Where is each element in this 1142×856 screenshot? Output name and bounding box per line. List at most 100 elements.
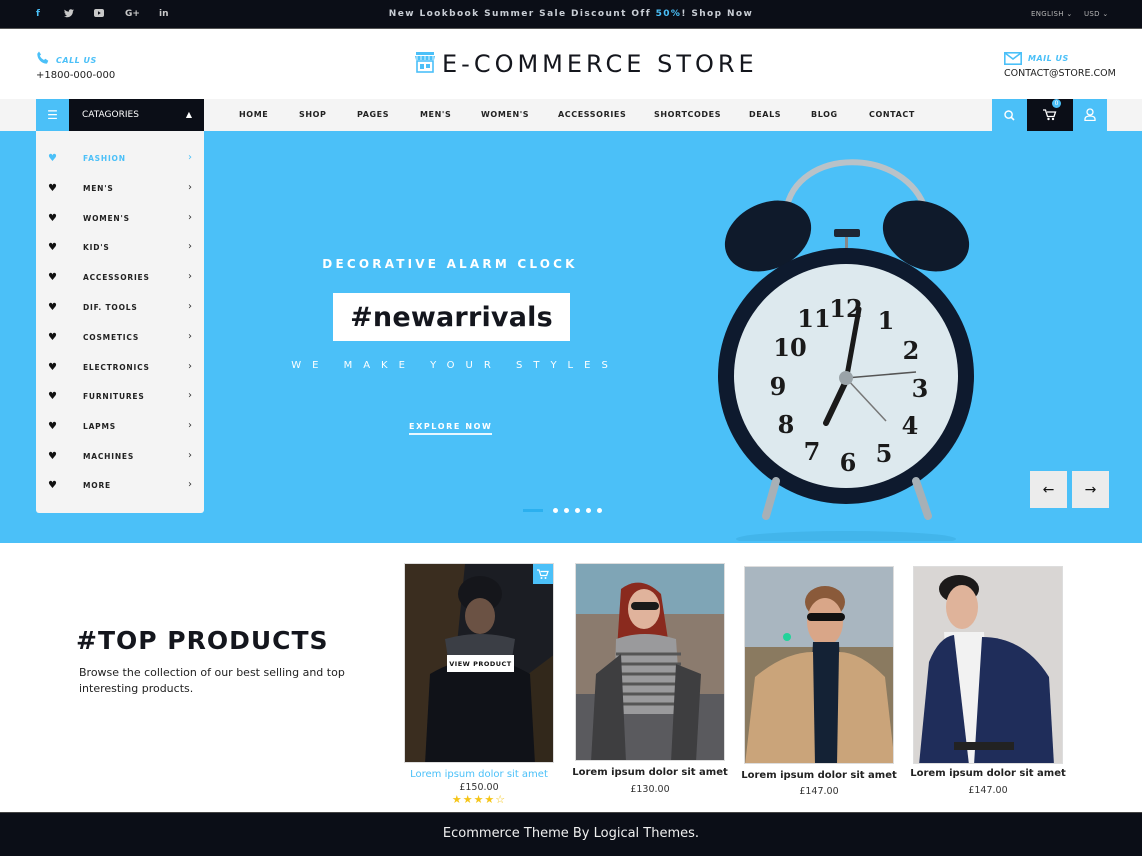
- product-price: £147.00: [799, 786, 839, 797]
- slider-dot[interactable]: [597, 508, 602, 513]
- chevron-right-icon: ›: [188, 390, 192, 401]
- svg-text:4: 4: [902, 411, 919, 440]
- search-button[interactable]: [992, 99, 1027, 131]
- language-select[interactable]: ENGLISH ⌄: [1031, 10, 1073, 18]
- chevron-right-icon: ›: [188, 420, 192, 431]
- add-to-cart-button[interactable]: [533, 564, 553, 584]
- chevron-right-icon: ›: [188, 450, 192, 461]
- store-logo[interactable]: E-COMMERCE STORE: [414, 50, 758, 78]
- nav-womens[interactable]: WOMEN'S: [481, 110, 529, 119]
- slider-dot-active[interactable]: [523, 509, 543, 512]
- heart-icon: ♥: [48, 183, 57, 194]
- chevron-right-icon: ›: [188, 301, 192, 312]
- chevron-right-icon: ›: [188, 361, 192, 372]
- mail-us-address[interactable]: CONTACT@STORE.COM: [1004, 68, 1116, 79]
- category-fashion[interactable]: ♥ FASHION ›: [36, 144, 204, 174]
- hero-title: #newarrivals: [350, 301, 553, 333]
- chevron-right-icon: ›: [188, 182, 192, 193]
- category-accessories[interactable]: ♥ ACCESSORIES ›: [36, 263, 204, 293]
- footer-credit[interactable]: Ecommerce Theme By Logical Themes.: [0, 826, 1142, 841]
- call-us-number[interactable]: +1800-000-000: [36, 70, 115, 81]
- category-lapms[interactable]: ♥ LAPMS ›: [36, 412, 204, 442]
- product-name[interactable]: Lorem ipsum dolor sit amet: [394, 769, 564, 780]
- svg-text:3: 3: [912, 374, 929, 403]
- svg-text:9: 9: [770, 372, 787, 401]
- cart-button[interactable]: 0: [1027, 98, 1073, 131]
- categories-dropdown[interactable]: CATAGORIES ▲: [69, 99, 204, 131]
- nav-home[interactable]: HOME: [239, 110, 268, 119]
- category-label: WOMEN'S: [83, 214, 130, 223]
- heart-icon: ♥: [48, 332, 57, 343]
- top-products-title: #TOP PRODUCTS: [76, 626, 329, 655]
- chevron-right-icon: ›: [188, 212, 192, 223]
- nav-pages[interactable]: PAGES: [357, 110, 389, 119]
- arrow-right-icon: →: [1084, 481, 1097, 498]
- logo-text: E-COMMERCE STORE: [442, 50, 758, 78]
- promo-discount: 50%: [655, 9, 682, 19]
- category-label: DIF. TOOLS: [83, 303, 138, 312]
- nav-accessories[interactable]: ACCESSORIES: [558, 110, 626, 119]
- chevron-right-icon: ›: [188, 479, 192, 490]
- chevron-right-icon: ›: [188, 271, 192, 282]
- account-button[interactable]: [1073, 99, 1107, 131]
- chevron-right-icon: ›: [188, 241, 192, 252]
- storefront-icon: [414, 51, 436, 77]
- category-label: LAPMS: [83, 422, 116, 431]
- category-label: MORE: [83, 481, 111, 490]
- cart-count-badge: 0: [1052, 98, 1061, 108]
- heart-icon: ♥: [48, 391, 57, 402]
- nav-blog[interactable]: BLOG: [811, 110, 838, 119]
- category-mens[interactable]: ♥ MEN'S ›: [36, 174, 204, 204]
- chevron-right-icon: ›: [188, 152, 192, 163]
- caret-up-icon: ▲: [185, 110, 192, 119]
- heart-icon: ♥: [48, 421, 57, 432]
- slider-prev-button[interactable]: ←: [1030, 471, 1067, 508]
- mail-us-label: MAIL US: [1028, 54, 1069, 63]
- category-label: MEN'S: [83, 184, 114, 193]
- main-navbar: ☰ CATAGORIES ▲ HOME SHOP PAGES MEN'S WOM…: [0, 98, 1142, 131]
- header: CALL US +1800-000-000 E-COMMERCE STORE M…: [0, 30, 1142, 99]
- category-more[interactable]: ♥ MORE ›: [36, 471, 204, 501]
- category-furnitures[interactable]: ♥ FURNITURES ›: [36, 382, 204, 412]
- product-image[interactable]: [913, 566, 1063, 764]
- slider-dot[interactable]: [575, 508, 580, 513]
- category-electronics[interactable]: ♥ ELECTRONICS ›: [36, 353, 204, 383]
- hero-title-box: #newarrivals: [333, 293, 570, 341]
- category-label: ACCESSORIES: [83, 273, 150, 282]
- product-image[interactable]: [575, 563, 725, 761]
- categories-sidebar: ♥ FASHION › ♥ MEN'S › ♥ WOMEN'S › ♥ KID'S › ♥ AC…: [36, 131, 204, 513]
- view-product-button[interactable]: VIEW PRODUCT: [447, 655, 514, 672]
- product-price: £147.00: [968, 785, 1008, 796]
- cart-add-icon: [537, 565, 549, 584]
- promo-banner[interactable]: New Lookbook Summer Sale Discount Off 50…: [0, 9, 1142, 19]
- nav-deals[interactable]: DEALS: [749, 110, 781, 119]
- menu-toggle-button[interactable]: ☰: [36, 99, 69, 131]
- alarm-clock-image: 12 1 2 3 4 5 6 7 8 9 10 11: [706, 141, 996, 543]
- category-label: COSMETICS: [83, 333, 140, 342]
- category-dif-tools[interactable]: ♥ DIF. TOOLS ›: [36, 293, 204, 323]
- nav-contact[interactable]: CONTACT: [869, 110, 915, 119]
- nav-shortcodes[interactable]: SHORTCODES: [654, 110, 721, 119]
- search-icon: [1004, 106, 1015, 125]
- currency-select[interactable]: USD ⌄: [1084, 10, 1109, 18]
- product-image[interactable]: [744, 566, 894, 764]
- heart-icon: ♥: [48, 302, 57, 313]
- product-image[interactable]: VIEW PRODUCT: [404, 563, 554, 763]
- slider-next-button[interactable]: →: [1072, 471, 1109, 508]
- heart-icon: ♥: [48, 242, 57, 253]
- category-label: FURNITURES: [83, 392, 145, 401]
- category-machines[interactable]: ♥ MACHINES ›: [36, 442, 204, 472]
- slider-dot[interactable]: [564, 508, 569, 513]
- category-womens[interactable]: ♥ WOMEN'S ›: [36, 204, 204, 234]
- product-name[interactable]: Lorem ipsum dolor sit amet: [734, 770, 904, 781]
- heart-icon: ♥: [48, 451, 57, 462]
- explore-now-link[interactable]: EXPLORE NOW: [409, 422, 493, 435]
- product-name[interactable]: Lorem ipsum dolor sit amet: [903, 768, 1073, 779]
- product-name[interactable]: Lorem ipsum dolor sit amet: [565, 767, 735, 778]
- slider-dot[interactable]: [586, 508, 591, 513]
- category-cosmetics[interactable]: ♥ COSMETICS ›: [36, 323, 204, 353]
- nav-shop[interactable]: SHOP: [299, 110, 327, 119]
- nav-mens[interactable]: MEN'S: [420, 110, 451, 119]
- slider-dot[interactable]: [553, 508, 558, 513]
- category-kids[interactable]: ♥ KID'S ›: [36, 233, 204, 263]
